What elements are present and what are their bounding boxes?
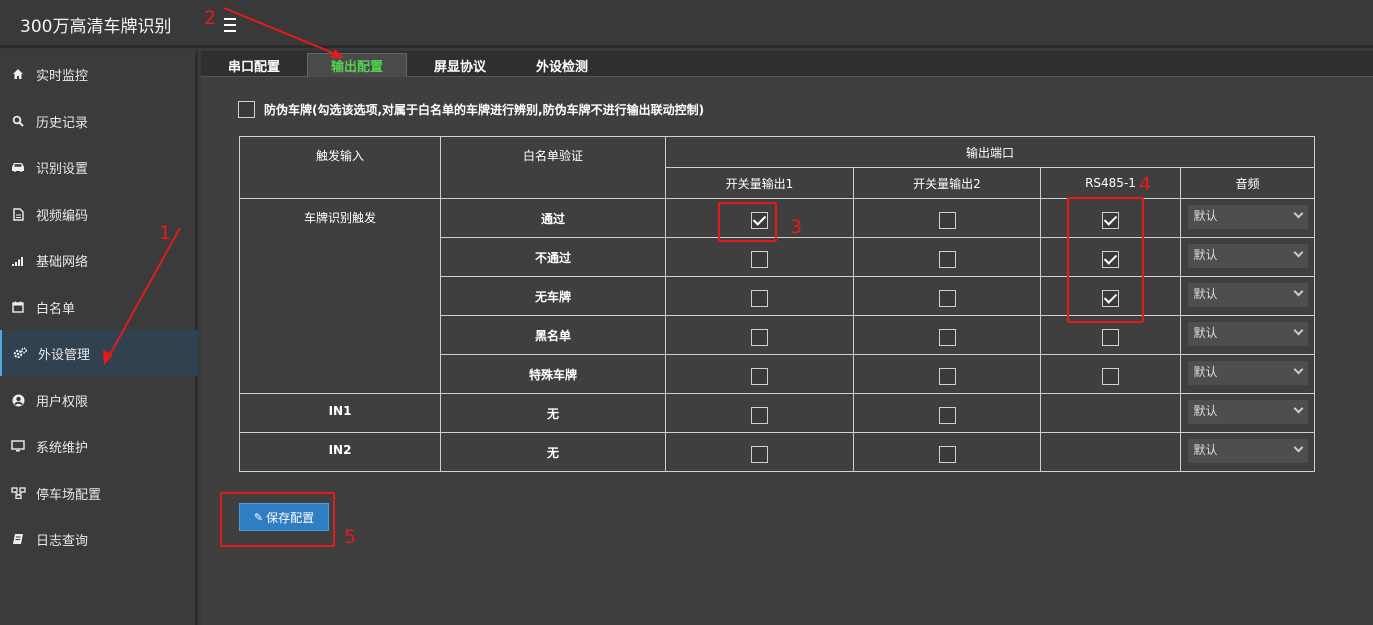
- annotation-arrow-1: [107, 227, 181, 359]
- annotation-box-3: [718, 202, 777, 242]
- annotation-number-2: 2: [204, 7, 217, 29]
- annotation-arrows: [103, 7, 344, 365]
- annotation-number-4: 4: [1139, 173, 1152, 195]
- annotation-number-3: 3: [790, 216, 803, 238]
- annotation-box-5: [220, 492, 335, 547]
- annotation-arrow-2: [223, 7, 339, 56]
- annotation-box-4: [1067, 197, 1144, 323]
- annotation-number-1: 1: [159, 222, 172, 244]
- annotation-number-5: 5: [344, 526, 357, 548]
